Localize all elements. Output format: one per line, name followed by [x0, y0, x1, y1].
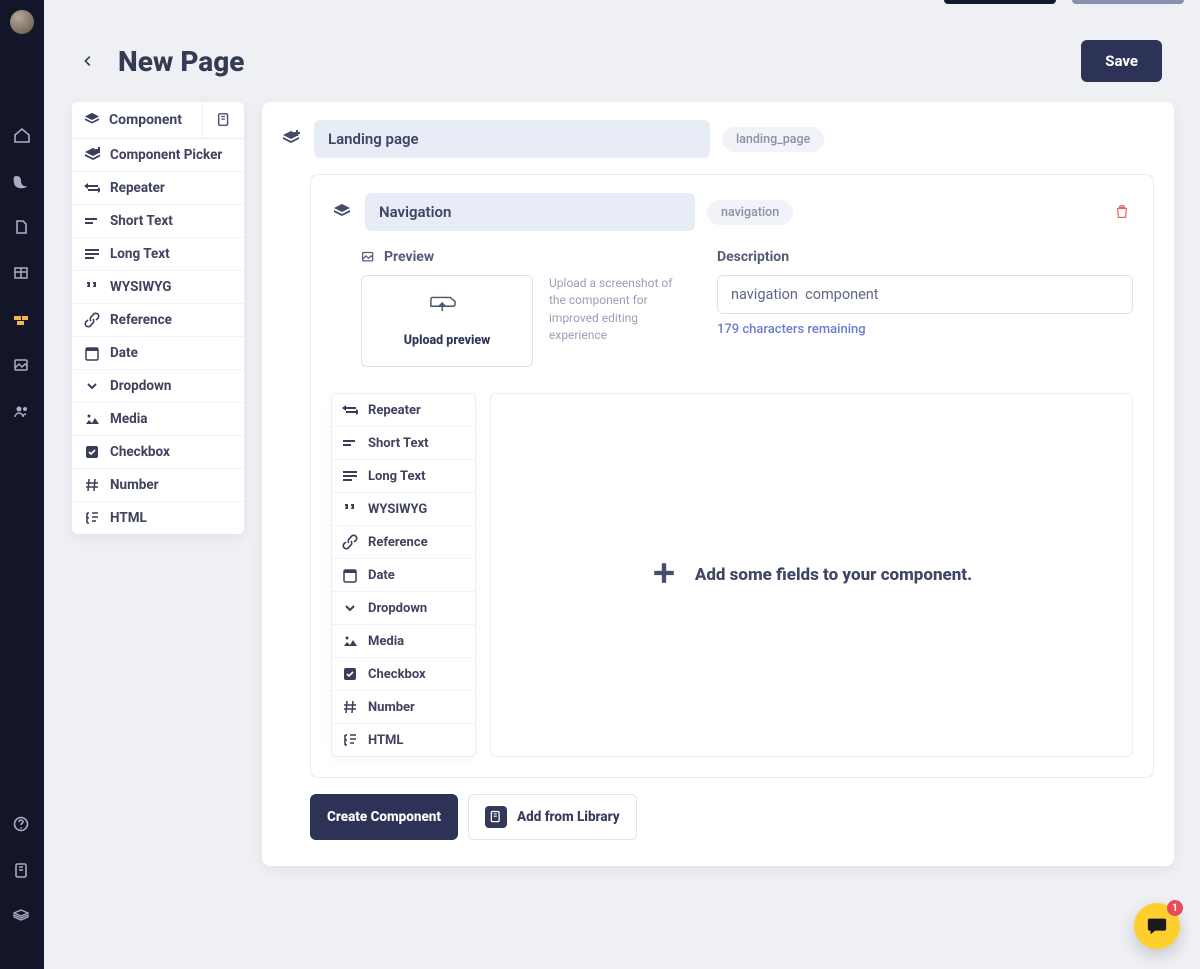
palette-item-repeater[interactable]: Repeater: [332, 394, 475, 427]
palette-item-reference[interactable]: Reference: [72, 304, 244, 337]
check-icon: [342, 666, 358, 682]
field-palette: Component Component PickerRepeaterShort …: [72, 102, 244, 534]
dropzone-message: Add some fields to your component.: [695, 565, 972, 585]
palette-item-reference[interactable]: Reference: [332, 526, 475, 559]
upload-preview-box[interactable]: Upload preview: [361, 275, 533, 367]
palette-item-date[interactable]: Date: [332, 559, 475, 592]
palette-item-repeater[interactable]: Repeater: [72, 172, 244, 205]
top-pill-light: [1072, 0, 1184, 4]
plus-icon: [651, 560, 677, 590]
palette-item-number[interactable]: Number: [72, 469, 244, 502]
chevron-icon: [342, 600, 358, 616]
palette-item-dropdown[interactable]: Dropdown: [72, 370, 244, 403]
upload-hint: Upload a screenshot of the component for…: [549, 275, 689, 345]
html-icon: [342, 732, 358, 748]
layers-icon: [331, 203, 353, 221]
palette-item-dropdown[interactable]: Dropdown: [332, 592, 475, 625]
short-icon: [342, 435, 358, 451]
palette-library-icon[interactable]: [202, 102, 244, 138]
palette-item-checkbox[interactable]: Checkbox: [332, 658, 475, 691]
link-icon: [84, 312, 100, 328]
nav-image-icon[interactable]: [12, 356, 32, 376]
repeat-icon: [84, 180, 100, 196]
repeat-icon: [342, 402, 358, 418]
palette-item-short-text[interactable]: Short Text: [72, 205, 244, 238]
component-slug-badge: navigation: [707, 200, 793, 225]
palette-item-html[interactable]: HTML: [72, 502, 244, 534]
media-icon: [84, 411, 100, 427]
short-icon: [84, 213, 100, 229]
inner-field-palette: RepeaterShort TextLong TextWYSIWYGRefere…: [331, 393, 476, 757]
description-label: Description: [717, 249, 1133, 265]
intercom-badge: 1: [1167, 900, 1183, 916]
chevron-icon: [84, 378, 100, 394]
calendar-icon: [342, 567, 358, 583]
palette-item-html[interactable]: HTML: [332, 724, 475, 756]
chars-remaining: 179 characters remaining: [717, 322, 1133, 337]
quote-icon: [342, 501, 358, 517]
palette-item-media[interactable]: Media: [332, 625, 475, 658]
side-rail: [0, 0, 44, 969]
nav-table-icon[interactable]: [12, 264, 32, 284]
nav-stack-icon[interactable]: [12, 907, 32, 927]
long-icon: [342, 468, 358, 484]
palette-item-component-picker[interactable]: Component Picker: [72, 139, 244, 172]
palette-item-date[interactable]: Date: [72, 337, 244, 370]
nav-people-icon[interactable]: [12, 402, 32, 422]
page-name-input[interactable]: [314, 120, 710, 158]
description-input[interactable]: [717, 275, 1133, 314]
palette-item-number[interactable]: Number: [332, 691, 475, 724]
add-from-library-button[interactable]: Add from Library: [468, 794, 637, 840]
component-card: navigation Preview Upload preview: [310, 174, 1154, 778]
page-component-row: landing_page: [280, 120, 1154, 158]
hash-icon: [84, 477, 100, 493]
nav-book-icon[interactable]: [12, 861, 32, 881]
nav-bricks-icon[interactable]: [12, 310, 32, 330]
palette-item-wysiwyg[interactable]: WYSIWYG: [72, 271, 244, 304]
palette-tab-label: Component: [109, 112, 182, 128]
library-icon: [485, 806, 507, 828]
fields-dropzone[interactable]: Add some fields to your component.: [490, 393, 1133, 757]
nav-pages-icon[interactable]: [12, 218, 32, 238]
nav-home-icon[interactable]: [12, 126, 32, 146]
page-title: New Page: [118, 45, 244, 78]
intercom-launcher[interactable]: 1: [1134, 903, 1180, 949]
page-slug-badge: landing_page: [722, 127, 824, 152]
quote-icon: [84, 279, 100, 295]
preview-label: Preview: [361, 249, 691, 265]
nav-help-icon[interactable]: [12, 815, 32, 835]
palette-item-short-text[interactable]: Short Text: [332, 427, 475, 460]
long-icon: [84, 246, 100, 262]
palette-item-media[interactable]: Media: [72, 403, 244, 436]
delete-component-button[interactable]: [1111, 201, 1133, 223]
palette-tab-component[interactable]: Component: [72, 102, 202, 138]
save-button[interactable]: Save: [1081, 40, 1162, 82]
html-icon: [84, 510, 100, 526]
calendar-icon: [84, 345, 100, 361]
link-icon: [342, 534, 358, 550]
palette-item-checkbox[interactable]: Checkbox: [72, 436, 244, 469]
layers-plus-icon: [84, 147, 100, 163]
canvas: landing_page navigation Preview: [262, 102, 1174, 866]
back-button[interactable]: [76, 49, 100, 73]
avatar[interactable]: [10, 10, 34, 34]
check-icon: [84, 444, 100, 460]
nav-blob-icon[interactable]: [12, 172, 32, 192]
palette-item-wysiwyg[interactable]: WYSIWYG: [332, 493, 475, 526]
create-component-button[interactable]: Create Component: [310, 794, 458, 840]
media-icon: [342, 633, 358, 649]
top-bar-partial: [944, 0, 1184, 4]
page-header: New Page Save: [44, 0, 1200, 92]
hash-icon: [342, 699, 358, 715]
component-name-input[interactable]: [365, 193, 695, 231]
top-pill-dark: [944, 0, 1056, 4]
palette-item-long-text[interactable]: Long Text: [332, 460, 475, 493]
layers-add-icon: [280, 130, 302, 148]
palette-item-long-text[interactable]: Long Text: [72, 238, 244, 271]
